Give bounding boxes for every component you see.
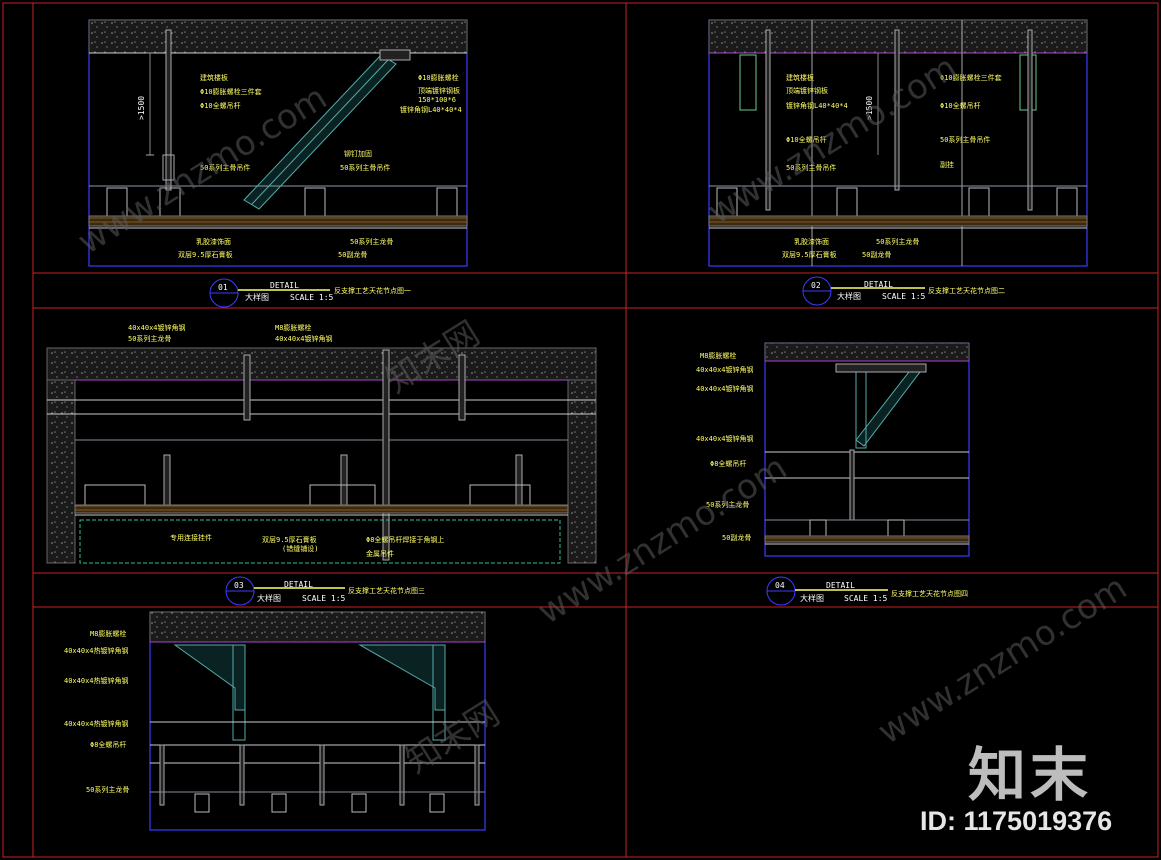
d2-label-10: 双层9.5厚石膏板 [782, 250, 837, 259]
d1-label-2: Φ10全螺吊杆 [200, 101, 241, 110]
detail-04-drawing [764, 342, 970, 557]
d2-label-11: 50系列主龙骨 [876, 237, 919, 246]
detail-02-name: 大样图 [837, 291, 861, 301]
detail-01-drawing: >1500 [88, 19, 468, 267]
d2-label-5: Φ10膨胀螺栓三件套 [940, 73, 1002, 82]
d5-label-0: M8膨胀螺栓 [90, 629, 126, 638]
d1-label-0: 建筑楼板 [200, 73, 228, 82]
d3-label-8: 金属吊件 [366, 549, 394, 558]
d1-label-11: 双层9.5厚石膏板 [178, 250, 233, 259]
detail-04-name: 大样图 [800, 593, 824, 603]
detail-03-title: 03 DETAIL 大样图 SCALE 1:5 反支撑工艺天花节点图三 [225, 576, 425, 606]
d1-label-12: 50系列主龙骨 [350, 237, 393, 246]
detail-03-drawing [46, 347, 597, 564]
d2-label-7: 50系列主骨吊件 [940, 135, 990, 144]
d1-label-6: 150*100*6 [418, 96, 456, 104]
detail-03-number: 03 [234, 581, 244, 590]
d2-label-8: 副挂 [940, 160, 954, 169]
detail-01-desc: 反支撑工艺天花节点图一 [334, 286, 411, 295]
detail-03-name: 大样图 [257, 593, 281, 603]
detail-05-labels: M8膨胀螺栓 40x40x4热镀锌角钢 40x40x4热镀锌角钢 40x40x4… [64, 629, 129, 794]
detail-03-word: DETAIL [284, 580, 313, 589]
d2-label-1: 顶端镀锌钢板 [786, 86, 828, 95]
d4-label-2: 40x40x4镀锌角钢 [696, 384, 754, 393]
d3-label-2: M8膨胀螺栓 [275, 323, 311, 332]
detail-02-scale: SCALE 1:5 [882, 292, 926, 301]
d2-label-2: 镀锌角钢L40*40*4 [786, 101, 848, 110]
d2-label-9: 乳胶漆饰面 [794, 237, 829, 246]
d4-label-3: 40x40x4镀锌角钢 [696, 434, 754, 443]
detail-02-desc: 反支撑工艺天花节点图二 [928, 286, 1005, 295]
d3-label-6: (错缝铺设) [282, 544, 318, 553]
detail-04-word: DETAIL [826, 581, 855, 590]
d1-label-4: Φ10膨胀螺栓 [418, 73, 459, 82]
d5-label-4: Φ8全螺吊杆 [90, 740, 126, 749]
d4-label-4: Φ8全螺吊杆 [710, 459, 746, 468]
d5-label-1: 40x40x4热镀锌角钢 [64, 646, 129, 655]
d3-label-5: 双层9.5厚石膏板 [262, 535, 317, 544]
d1-label-9: 50系列主骨吊件 [340, 163, 390, 172]
detail-04-scale: SCALE 1:5 [844, 594, 888, 603]
d2-label-12: 50副龙骨 [862, 250, 891, 259]
d3-label-1: 50系列主龙骨 [128, 334, 171, 343]
d1-label-13: 50副龙骨 [338, 250, 367, 259]
brand-logo: 知末 [968, 741, 1093, 809]
d3-label-3: 40x40x4镀锌角钢 [275, 334, 333, 343]
d1-label-10: 乳胶漆饰面 [196, 237, 231, 246]
d3-label-0: 40x40x4镀锌角钢 [128, 323, 186, 332]
detail-04-desc: 反支撑工艺天花节点图四 [891, 589, 968, 598]
detail-01-scale: SCALE 1:5 [290, 293, 334, 302]
detail-04-labels: M8膨胀螺栓 40x40x4镀锌角钢 40x40x4镀锌角钢 40x40x4镀锌… [696, 351, 754, 542]
detail-01-labels: 建筑楼板 Φ10膨胀螺栓三件套 Φ10全螺吊杆 50系列主骨吊件 Φ10膨胀螺栓… [178, 73, 462, 259]
detail-01-word: DETAIL [270, 281, 299, 290]
detail-02-word: DETAIL [864, 280, 893, 289]
detail-02-title: 02 DETAIL 大样图 SCALE 1:5 反支撑工艺天花节点图二 [802, 276, 1005, 306]
d4-label-1: 40x40x4镀锌角钢 [696, 365, 754, 374]
detail-03-desc: 反支撑工艺天花节点图三 [348, 586, 425, 595]
d3-label-4: 专用连接挂件 [170, 533, 212, 542]
d5-label-2: 40x40x4热镀锌角钢 [64, 676, 129, 685]
d1-label-7: 镀锌角钢L40*40*4 [400, 105, 462, 114]
detail-01-title: 01 DETAIL 大样图 SCALE 1:5 反支撑工艺天花节点图一 [209, 278, 411, 308]
d2-label-4: 50系列主骨吊件 [786, 163, 836, 172]
detail-02-number: 02 [811, 281, 821, 290]
image-id: ID: 1175019376 [920, 806, 1113, 836]
detail-01-dim: >1500 [137, 96, 146, 120]
d5-label-5: 50系列主龙骨 [86, 785, 129, 794]
detail-02-dim: >1500 [865, 96, 874, 120]
detail-05-drawing [149, 611, 486, 831]
d1-label-8: 铆钉加固 [344, 149, 372, 158]
d4-label-6: 50副龙骨 [722, 533, 751, 542]
detail-01-number: 01 [218, 283, 228, 292]
d4-label-0: M8膨胀螺栓 [700, 351, 736, 360]
detail-02-drawing: >1500 [708, 19, 1088, 267]
d4-label-5: 50系列主龙骨 [706, 500, 749, 509]
d2-label-0: 建筑楼板 [786, 73, 814, 82]
d1-label-3: 50系列主骨吊件 [200, 163, 250, 172]
detail-04-number: 04 [775, 581, 785, 590]
d2-label-6: Φ10全螺吊杆 [940, 101, 981, 110]
detail-04-title: 04 DETAIL 大样图 SCALE 1:5 反支撑工艺天花节点图四 [766, 576, 968, 606]
d3-label-7: Φ8全螺吊杆焊接于角钢上 [366, 535, 444, 544]
detail-03-scale: SCALE 1:5 [302, 594, 346, 603]
detail-02-labels: 建筑楼板 顶端镀锌钢板 镀锌角钢L40*40*4 Φ10全螺吊杆 50系列主骨吊… [782, 73, 1002, 259]
d2-label-3: Φ10全螺吊杆 [786, 135, 827, 144]
detail-01-name: 大样图 [245, 292, 269, 302]
d5-label-3: 40x40x4热镀锌角钢 [64, 719, 129, 728]
d1-label-5: 顶端镀锌钢板 [418, 86, 460, 95]
d1-label-1: Φ10膨胀螺栓三件套 [200, 87, 262, 96]
